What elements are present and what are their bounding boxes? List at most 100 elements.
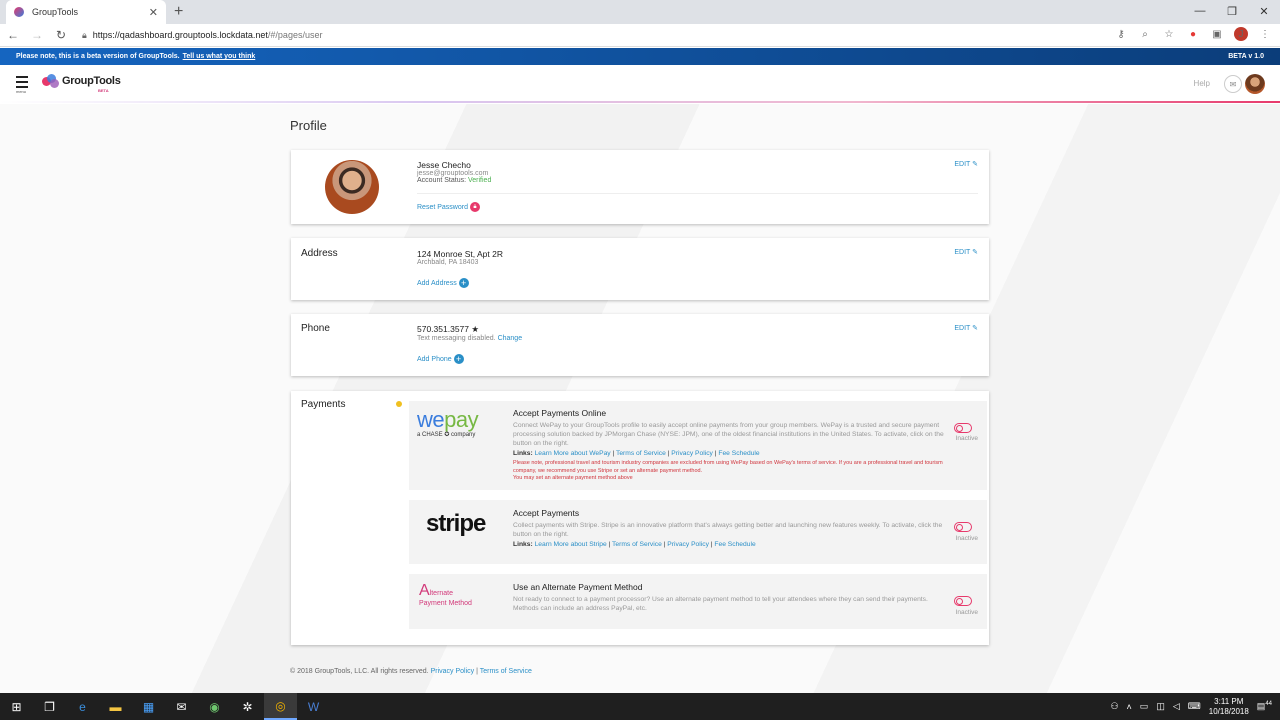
edit-phone-button[interactable]: EDIT ✎: [954, 324, 978, 332]
wepay-logo: wepay a CHASE ✪ company: [417, 407, 502, 438]
stripe-description: Collect payments with Stripe. Stripe is …: [513, 522, 943, 539]
add-address-link[interactable]: Add Address: [417, 280, 457, 287]
browser-menu-icon[interactable]: ⋮: [1258, 29, 1272, 40]
volume-icon[interactable]: ◁: [1173, 701, 1180, 712]
notification-icon[interactable]: ▤44: [1257, 701, 1272, 712]
reset-password-link[interactable]: Reset Password: [417, 204, 468, 211]
wepay-privacy-link[interactable]: Privacy Policy: [671, 450, 713, 457]
hamburger-menu-icon[interactable]: menu: [16, 76, 28, 94]
key-icon[interactable]: ⚷: [1114, 29, 1128, 40]
wepay-option: wepay a CHASE ✪ company Accept Payments …: [409, 401, 987, 490]
back-arrow-icon[interactable]: ←: [2, 28, 24, 42]
plus-circle-icon[interactable]: +: [458, 278, 469, 288]
alternate-toggle[interactable]: [954, 596, 972, 606]
beta-version: BETA v 1.0: [1228, 53, 1264, 60]
edit-label: EDIT: [954, 161, 971, 168]
beta-notice-text: Please note, this is a beta version of G…: [16, 53, 180, 60]
page-footer: © 2018 GroupTools, LLC. All rights reser…: [290, 668, 532, 675]
wepay-toggle[interactable]: [954, 423, 972, 433]
alternate-title: Use an Alternate Payment Method: [513, 582, 643, 592]
maps-app-icon[interactable]: ◉: [198, 693, 231, 720]
phone-label: Phone: [301, 323, 330, 334]
browser-profile-avatar[interactable]: J: [1234, 27, 1248, 41]
profile-card: Jesse Checho jesse@grouptools.com Accoun…: [291, 150, 989, 224]
extension-red-icon[interactable]: ●: [1186, 29, 1200, 40]
edit-icon: ✎: [972, 249, 978, 256]
footer-privacy-link[interactable]: Privacy Policy: [431, 668, 475, 675]
stripe-learn-more-link[interactable]: Learn More about Stripe: [535, 541, 607, 548]
new-tab-button[interactable]: +: [174, 3, 183, 21]
tab-title: GroupTools: [32, 7, 79, 17]
maximize-button[interactable]: ❐: [1216, 0, 1248, 22]
info-icon[interactable]: [396, 401, 402, 407]
settings-app-icon[interactable]: ✲: [231, 693, 264, 720]
alt-logo-line1: lternate: [429, 590, 454, 597]
battery-icon[interactable]: ▭: [1140, 701, 1149, 712]
payments-label: Payments: [301, 399, 346, 410]
bookmark-star-icon[interactable]: ☆: [1162, 29, 1176, 40]
logo-mark-icon: [42, 74, 60, 88]
alternate-status: Inactive: [955, 609, 978, 616]
sms-change-link[interactable]: Change: [498, 335, 523, 342]
browser-tab[interactable]: GroupTools ✕: [6, 0, 166, 24]
store-icon[interactable]: ▦: [132, 693, 165, 720]
edge-browser-icon[interactable]: e: [66, 693, 99, 720]
wepay-title: Accept Payments Online: [513, 408, 607, 418]
task-view-icon[interactable]: ❐: [33, 693, 66, 720]
address-label: Address: [301, 248, 338, 259]
footer-terms-link[interactable]: Terms of Service: [480, 668, 532, 675]
minimize-button[interactable]: —: [1184, 0, 1216, 22]
help-link[interactable]: Help: [1194, 79, 1210, 88]
url-host: https://qadashboard.grouptools.lockdata.…: [92, 30, 268, 40]
address-card: Address 124 Monroe St, Apt 2R Archbald, …: [291, 238, 989, 300]
wepay-learn-more-link[interactable]: Learn More about WePay: [535, 450, 611, 457]
stripe-fee-link[interactable]: Fee Schedule: [714, 541, 755, 548]
mail-app-icon[interactable]: ✉: [165, 693, 198, 720]
clock-date: 10/18/2018: [1208, 706, 1249, 716]
tray-chevron-icon[interactable]: ˄: [1127, 702, 1132, 712]
browser-tab-strip: GroupTools ✕ + — ❐ ✕: [0, 0, 1280, 24]
forward-arrow-icon[interactable]: →: [26, 28, 48, 42]
sms-text: Text messaging disabled.: [417, 335, 496, 342]
plus-circle-icon[interactable]: +: [453, 354, 464, 364]
user-avatar[interactable]: [1245, 74, 1265, 94]
people-icon[interactable]: ⚇: [1110, 701, 1118, 712]
messages-icon[interactable]: ✉: [1224, 75, 1242, 93]
lock-icon: 🔒︎: [82, 29, 87, 40]
stripe-terms-link[interactable]: Terms of Service: [612, 541, 662, 548]
alternate-payment-option: Alternate Payment Method Use an Alternat…: [409, 574, 987, 629]
wepay-fee-link[interactable]: Fee Schedule: [718, 450, 759, 457]
app-header: menu GroupTools BETA Help ✉: [0, 65, 1280, 103]
account-status: Account Status: Verified: [417, 177, 491, 184]
file-explorer-icon[interactable]: ▬: [99, 693, 132, 720]
primary-star-icon: ★: [471, 324, 479, 334]
wepay-warning-alt: You may set an alternate payment method …: [513, 474, 633, 481]
stripe-privacy-link[interactable]: Privacy Policy: [667, 541, 709, 548]
network-icon[interactable]: ◫: [1156, 701, 1165, 712]
windows-taskbar: ⊞ ❐ e ▬ ▦ ✉ ◉ ✲ ◎ W ⚇ ˄ ▭ ◫ ◁ ⌨ 3:11 PM …: [0, 693, 1280, 720]
taskbar-clock[interactable]: 3:11 PM 10/18/2018: [1209, 697, 1249, 716]
address-line1: 124 Monroe St, Apt 2R: [417, 249, 503, 259]
close-window-button[interactable]: ✕: [1248, 0, 1280, 22]
edit-profile-button[interactable]: EDIT ✎: [954, 160, 978, 168]
edit-address-button[interactable]: EDIT ✎: [954, 248, 978, 256]
reload-icon[interactable]: ↻: [50, 28, 72, 42]
grouptools-favicon-icon: [14, 7, 24, 17]
word-app-icon[interactable]: W: [297, 693, 330, 720]
zoom-icon[interactable]: ⌕: [1138, 29, 1152, 40]
feedback-link[interactable]: Tell us what you think: [183, 53, 256, 60]
address-line2: Archbald, PA 18403: [417, 259, 479, 266]
windows-start-icon[interactable]: ⊞: [0, 693, 33, 720]
chrome-taskbar-icon[interactable]: ◎: [264, 693, 297, 720]
keyboard-icon[interactable]: ⌨: [1188, 701, 1201, 712]
stripe-toggle[interactable]: [954, 522, 972, 532]
url-field[interactable]: 🔒︎ https://qadashboard.grouptools.lockda…: [82, 30, 322, 41]
menu-label: menu: [16, 89, 27, 94]
grouptools-logo[interactable]: GroupTools BETA: [42, 74, 121, 93]
wepay-terms-link[interactable]: Terms of Service: [616, 450, 666, 457]
extension-gray-icon[interactable]: ▣: [1210, 29, 1224, 40]
system-tray: ⚇ ˄ ▭ ◫ ◁ ⌨ 3:11 PM 10/18/2018 ▤44: [1110, 693, 1272, 720]
add-phone-link[interactable]: Add Phone: [417, 356, 452, 363]
tab-close-icon[interactable]: ✕: [149, 6, 158, 19]
divider: [417, 193, 978, 194]
